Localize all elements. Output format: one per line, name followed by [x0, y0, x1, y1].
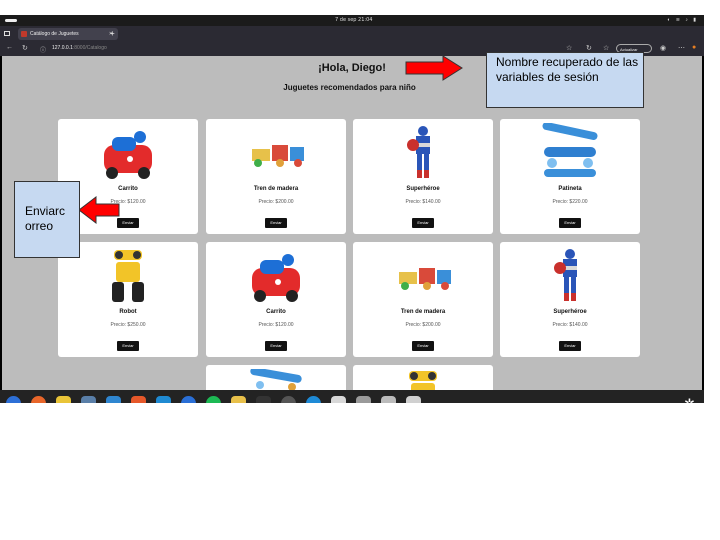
- product-card: Superhéroe Precio: $140.00 Enviar: [353, 119, 493, 234]
- tab-catalogo[interactable]: Catálogo de Juguetes ✕: [18, 28, 118, 40]
- product-name: Tren de madera: [400, 309, 446, 315]
- product-card: Tren de madera Precio: $200.00 Enviar: [353, 242, 493, 357]
- send-button[interactable]: Enviar: [412, 341, 434, 351]
- url-path: :8000/Catalogo: [72, 45, 107, 51]
- browser-tab-bar: Catálogo de Juguetes ✕ +: [0, 26, 704, 42]
- tab-title: Catálogo de Juguetes: [30, 31, 79, 37]
- product-card: [206, 365, 346, 390]
- trash-icon[interactable]: [406, 396, 421, 403]
- product-card: Patineta Precio: $220.00 Enviar: [500, 119, 640, 234]
- software-updater-icon[interactable]: [281, 396, 296, 403]
- wooden-train-icon: [252, 145, 304, 167]
- product-card: Carrito Precio: $120.00 Enviar: [206, 242, 346, 357]
- file-manager-icon[interactable]: [81, 396, 96, 403]
- favicon-icon: [21, 31, 27, 37]
- reload-icon[interactable]: ↻: [22, 44, 28, 52]
- red-car-icon: [104, 131, 152, 179]
- window-thumbnail-icon[interactable]: [356, 396, 371, 403]
- send-button[interactable]: Enviar: [117, 218, 139, 228]
- writer-icon[interactable]: [106, 396, 121, 403]
- arrow-left-icon: [78, 196, 120, 224]
- product-name: Carrito: [266, 309, 286, 315]
- blue-skateboard-icon: [542, 123, 598, 177]
- profile-icon[interactable]: ◉: [660, 44, 666, 52]
- product-name: Patineta: [558, 186, 582, 192]
- product-name: Tren de madera: [253, 186, 299, 192]
- spotify-icon[interactable]: [206, 396, 221, 403]
- product-price: Precio: $140.00: [552, 322, 588, 328]
- system-top-bar: 7 de sep 21:04 ◐ ≋ ♪ ▮: [0, 15, 704, 26]
- text-editor-icon[interactable]: [231, 396, 246, 403]
- product-card: Tren de madera Precio: $200.00 Enviar: [206, 119, 346, 234]
- document-viewer-icon[interactable]: [331, 396, 346, 403]
- arrow-right-icon: [405, 55, 463, 81]
- taskbar-dock: ✲: [0, 390, 704, 403]
- blue-skateboard-icon: [250, 369, 302, 390]
- system-tray[interactable]: ◐ ≋ ♪ ▮: [667, 17, 698, 23]
- product-name: Superhéroe: [406, 186, 440, 192]
- session-annotation-box: Nombre recuperado de las variables de se…: [486, 52, 644, 108]
- more-menu-icon[interactable]: ⋯: [678, 44, 685, 52]
- product-price: Precio: $200.00: [405, 322, 441, 328]
- url-host: 127.0.0.1: [52, 45, 73, 51]
- firefox-icon[interactable]: [31, 396, 46, 403]
- product-card: [353, 365, 493, 390]
- superhero-figure-icon: [554, 249, 577, 301]
- translate-icon[interactable]: ↻: [586, 44, 592, 52]
- terminal-icon[interactable]: [256, 396, 271, 403]
- product-price: Precio: $220.00: [552, 199, 588, 205]
- help-icon[interactable]: [181, 396, 196, 403]
- favorites-icon[interactable]: ☆: [603, 44, 609, 52]
- bookmark-star-icon[interactable]: ☆: [566, 44, 572, 52]
- window-menu-icon[interactable]: [4, 31, 10, 36]
- system-clock[interactable]: 7 de sep 21:04: [335, 17, 372, 23]
- copilot-icon[interactable]: ●: [692, 44, 696, 51]
- app-center-icon[interactable]: [131, 396, 146, 403]
- product-name: Robot: [119, 309, 137, 315]
- activities-indicator[interactable]: [5, 19, 17, 22]
- superhero-figure-icon: [407, 126, 430, 178]
- product-price: Precio: $200.00: [258, 199, 294, 205]
- send-button[interactable]: Enviar: [559, 341, 581, 351]
- send-button[interactable]: Enviar: [265, 341, 287, 351]
- rhythmbox-icon[interactable]: [56, 396, 71, 403]
- product-price: Precio: $120.00: [258, 322, 294, 328]
- send-button[interactable]: Enviar: [117, 341, 139, 351]
- product-card: Robot Precio: $250.00 Enviar: [58, 242, 198, 357]
- vscode-icon[interactable]: [156, 396, 171, 403]
- edge-icon[interactable]: [306, 396, 321, 403]
- product-card: Superhéroe Precio: $140.00 Enviar: [500, 242, 640, 357]
- product-price: Precio: $250.00: [110, 322, 146, 328]
- send-button[interactable]: Enviar: [412, 218, 434, 228]
- send-button[interactable]: Enviar: [559, 218, 581, 228]
- send-button[interactable]: Enviar: [265, 218, 287, 228]
- window-thumbnail-icon[interactable]: [381, 396, 396, 403]
- site-info-icon[interactable]: ⓘ: [40, 45, 46, 54]
- new-tab-icon[interactable]: +: [110, 29, 115, 38]
- product-price: Precio: $140.00: [405, 199, 441, 205]
- back-icon[interactable]: ←: [6, 44, 13, 51]
- red-car-icon: [252, 254, 300, 302]
- wooden-train-icon: [399, 268, 451, 290]
- url-field[interactable]: 127.0.0.1:8000/Catalogo: [52, 45, 107, 51]
- yellow-robot-icon: [409, 371, 437, 390]
- files-icon[interactable]: [6, 396, 21, 403]
- show-apps-icon[interactable]: ✲: [682, 396, 697, 403]
- product-name: Superhéroe: [553, 309, 587, 315]
- email-annotation-box: Enviarc orreo: [14, 181, 80, 258]
